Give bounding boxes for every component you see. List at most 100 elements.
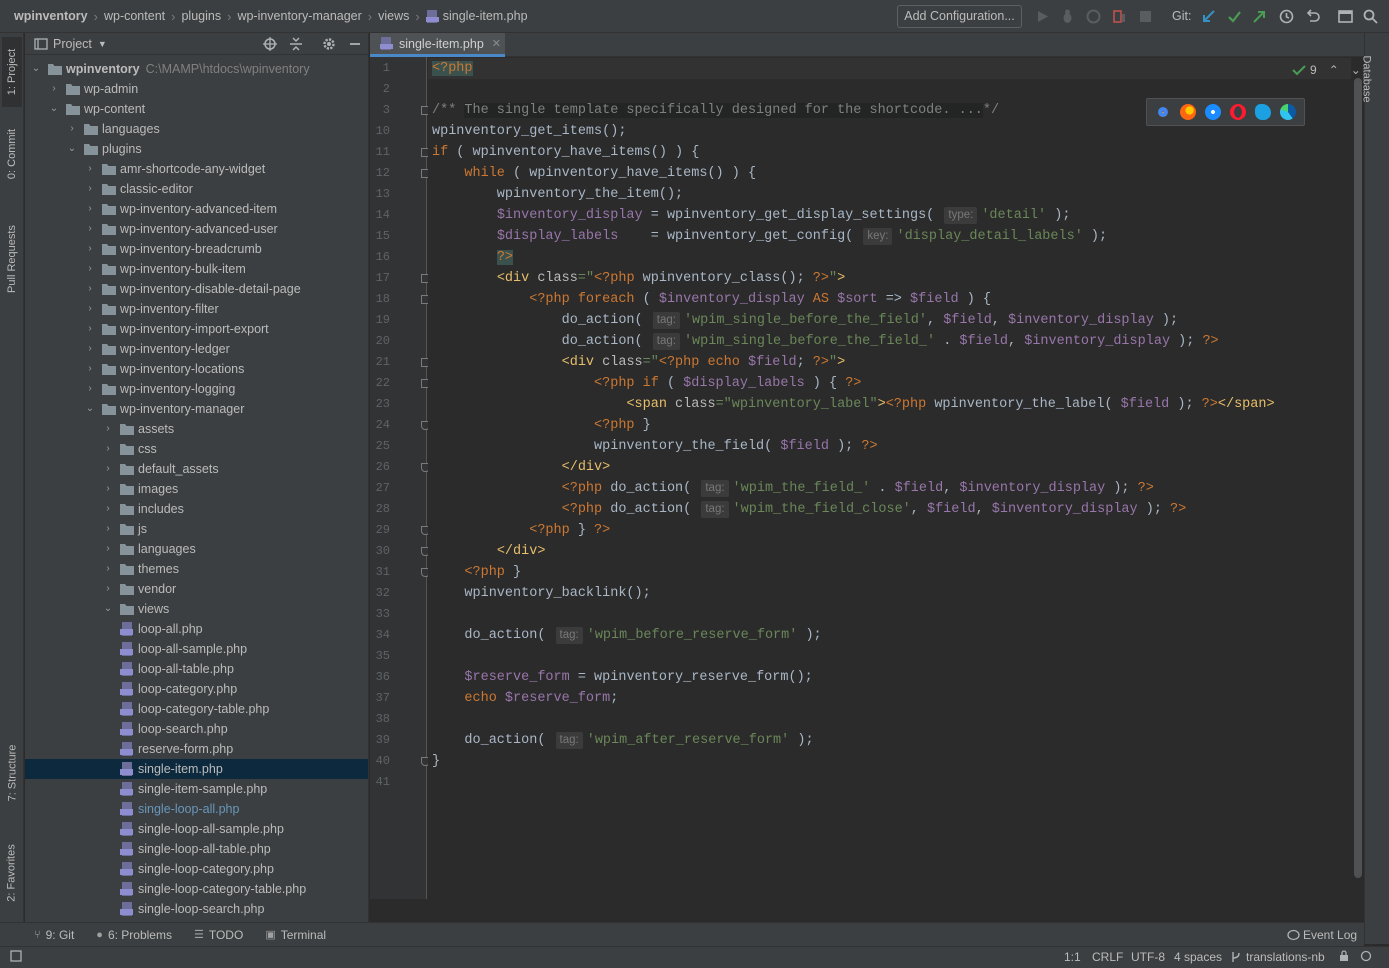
- code-line[interactable]: <?php do_action( tag:'wpim_the_field_' .…: [432, 478, 1154, 499]
- commit-tool-tab[interactable]: 0: Commit: [2, 119, 22, 189]
- tree-file[interactable]: single-loop-category.php: [25, 859, 368, 879]
- chevron-right-icon[interactable]: ›: [85, 339, 95, 359]
- tree-file[interactable]: single-item.php: [25, 759, 368, 779]
- code-line[interactable]: <?php do_action( tag:'wpim_the_field_clo…: [432, 499, 1186, 520]
- tree-folder[interactable]: › wp-inventory-logging: [25, 379, 368, 399]
- tree-folder[interactable]: ⌄ plugins: [25, 139, 368, 159]
- tab-single-item-php[interactable]: single-item.php ✕: [370, 33, 505, 57]
- chevron-down-icon[interactable]: ⌄: [49, 99, 59, 119]
- safari-icon[interactable]: [1205, 104, 1222, 120]
- tree-folder[interactable]: ⌄ wp-inventory-manager: [25, 399, 368, 419]
- chevron-right-icon[interactable]: ›: [85, 259, 95, 279]
- chevron-right-icon[interactable]: ›: [103, 559, 113, 579]
- chevron-right-icon[interactable]: ›: [103, 499, 113, 519]
- tree-folder[interactable]: › js: [25, 519, 368, 539]
- code-line[interactable]: do_action( tag:'wpim_after_reserve_form'…: [432, 730, 814, 751]
- lock-icon[interactable]: [1338, 950, 1350, 965]
- breadcrumb-item[interactable]: wp-inventory-manager: [237, 9, 361, 23]
- attach-profiler-icon[interactable]: [1111, 8, 1128, 25]
- tree-file[interactable]: single-loop-all-sample.php: [25, 819, 368, 839]
- tree-folder[interactable]: › wp-inventory-advanced-user: [25, 219, 368, 239]
- chevron-right-icon[interactable]: ›: [49, 79, 59, 99]
- file-encoding[interactable]: UTF-8: [1131, 950, 1165, 964]
- run-icon[interactable]: [1034, 8, 1051, 25]
- tree-folder[interactable]: › css: [25, 439, 368, 459]
- gear-icon[interactable]: [321, 36, 337, 52]
- code-line[interactable]: $inventory_display = wpinventory_get_dis…: [432, 205, 1070, 226]
- code-line[interactable]: if ( wpinventory_have_items() ) {: [432, 142, 699, 163]
- tree-file[interactable]: single-loop-all-table.php: [25, 839, 368, 859]
- chevron-right-icon[interactable]: ›: [103, 419, 113, 439]
- tree-folder[interactable]: › classic-editor: [25, 179, 368, 199]
- tree-folder[interactable]: › wp-inventory-advanced-item: [25, 199, 368, 219]
- chevron-right-icon[interactable]: ›: [85, 239, 95, 259]
- tree-file[interactable]: loop-all.php: [25, 619, 368, 639]
- add-configuration-button[interactable]: Add Configuration...: [897, 5, 1022, 28]
- editor-scrollbar[interactable]: [1354, 78, 1362, 878]
- code-line[interactable]: wpinventory_get_items();: [432, 121, 626, 142]
- git-commit-icon[interactable]: [1226, 8, 1243, 25]
- chevron-up-icon[interactable]: ⌃: [1329, 63, 1339, 77]
- code-line[interactable]: wpinventory_backlink();: [432, 583, 650, 604]
- locate-file-icon[interactable]: [262, 36, 278, 52]
- code-line[interactable]: <?php if ( $display_labels ) { ?>: [432, 373, 861, 394]
- breadcrumb-item[interactable]: plugins: [181, 9, 221, 23]
- history-icon[interactable]: [1278, 8, 1295, 25]
- edge-icon[interactable]: [1279, 104, 1296, 120]
- structure-tool-tab[interactable]: 7: Structure: [2, 733, 22, 813]
- code-line[interactable]: <?php } ?>: [432, 520, 610, 541]
- tree-folder[interactable]: › themes: [25, 559, 368, 579]
- breadcrumb-root[interactable]: wpinventory: [14, 9, 88, 23]
- window-icon[interactable]: [10, 950, 22, 965]
- tree-folder[interactable]: › vendor: [25, 579, 368, 599]
- chevron-right-icon[interactable]: ›: [103, 479, 113, 499]
- tree-file[interactable]: loop-category.php: [25, 679, 368, 699]
- code-line[interactable]: <span class="wpinventory_label"><?php wp…: [432, 394, 1274, 415]
- chevron-down-icon[interactable]: ▼: [98, 39, 107, 49]
- bottom-tool-todo[interactable]: ☰ TODO: [194, 928, 243, 942]
- code-line[interactable]: wpinventory_the_item();: [432, 184, 683, 205]
- chevron-right-icon[interactable]: ›: [85, 279, 95, 299]
- chevron-right-icon[interactable]: ›: [85, 359, 95, 379]
- code-line[interactable]: do_action( tag:'wpim_before_reserve_form…: [432, 625, 822, 646]
- tree-folder[interactable]: › wp-inventory-disable-detail-page: [25, 279, 368, 299]
- line-separator[interactable]: CRLF: [1092, 950, 1123, 964]
- chevron-right-icon[interactable]: ›: [85, 199, 95, 219]
- tree-folder[interactable]: › wp-inventory-import-export: [25, 319, 368, 339]
- collapse-all-icon[interactable]: [288, 36, 304, 52]
- stop-icon[interactable]: [1137, 8, 1154, 25]
- event-log-button[interactable]: Event Log: [1287, 928, 1357, 942]
- git-push-icon[interactable]: [1251, 8, 1268, 25]
- chevron-right-icon[interactable]: ›: [67, 119, 77, 139]
- tree-folder[interactable]: › languages: [25, 119, 368, 139]
- git-update-icon[interactable]: [1200, 8, 1217, 25]
- tree-folder[interactable]: › amr-shortcode-any-widget: [25, 159, 368, 179]
- code-line[interactable]: <?php: [428, 58, 1351, 79]
- tree-file[interactable]: single-loop-search.php: [25, 899, 368, 919]
- opera-icon[interactable]: [1229, 104, 1246, 120]
- code-line[interactable]: }: [432, 751, 440, 772]
- firefox-icon[interactable]: [1180, 104, 1197, 120]
- tree-folder[interactable]: › wp-inventory-filter: [25, 299, 368, 319]
- notifications-icon[interactable]: [1360, 950, 1372, 965]
- tree-file[interactable]: loop-search.php: [25, 719, 368, 739]
- code-line[interactable]: <?php }: [432, 562, 521, 583]
- tree-file[interactable]: loop-all-table.php: [25, 659, 368, 679]
- chevron-right-icon[interactable]: ›: [103, 439, 113, 459]
- project-tool-tab[interactable]: 1: Project: [2, 37, 22, 107]
- code-line[interactable]: echo $reserve_form;: [432, 688, 618, 709]
- code-line[interactable]: $display_labels = wpinventory_get_config…: [432, 226, 1107, 247]
- breadcrumb-item[interactable]: wp-content: [104, 9, 165, 23]
- chevron-right-icon[interactable]: ›: [103, 579, 113, 599]
- project-structure-icon[interactable]: [1337, 8, 1354, 25]
- tree-file[interactable]: loop-all-sample.php: [25, 639, 368, 659]
- tree-folder[interactable]: › includes: [25, 499, 368, 519]
- tree-file[interactable]: single-item-sample.php: [25, 779, 368, 799]
- tree-folder[interactable]: › wp-inventory-bulk-item: [25, 259, 368, 279]
- code-line[interactable]: <?php foreach ( $inventory_display AS $s…: [432, 289, 991, 310]
- tree-file[interactable]: single-loop-category-table.php: [25, 879, 368, 899]
- code-line[interactable]: <div class="<?php echo $field; ?>">: [432, 352, 846, 373]
- chevron-down-icon[interactable]: ⌄: [67, 139, 77, 159]
- tree-folder[interactable]: › images: [25, 479, 368, 499]
- code-line[interactable]: $reserve_form = wpinventory_reserve_form…: [432, 667, 812, 688]
